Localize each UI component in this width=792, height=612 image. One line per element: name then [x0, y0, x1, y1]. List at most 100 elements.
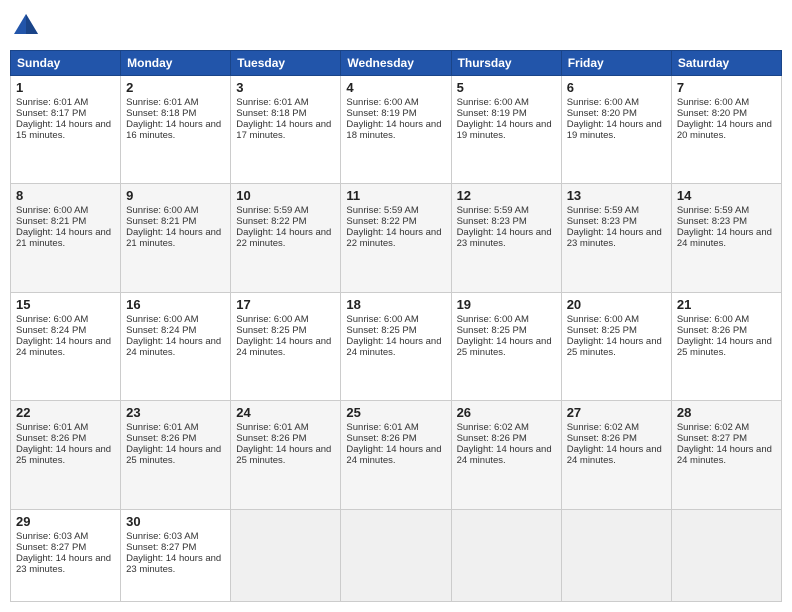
daylight-label: Daylight: 14 hours and 21 minutes. [126, 227, 221, 249]
sunrise-label: Sunrise: 6:00 AM [346, 97, 418, 108]
sunrise-label: Sunrise: 6:00 AM [236, 314, 308, 325]
page: Sunday Monday Tuesday Wednesday Thursday… [0, 0, 792, 612]
sunrise-label: Sunrise: 5:59 AM [567, 205, 639, 216]
sunset-label: Sunset: 8:26 PM [126, 433, 196, 444]
sunrise-label: Sunrise: 5:59 AM [677, 205, 749, 216]
table-row: 19 Sunrise: 6:00 AM Sunset: 8:25 PM Dayl… [451, 292, 561, 400]
sunset-label: Sunset: 8:27 PM [126, 542, 196, 553]
daylight-label: Daylight: 14 hours and 25 minutes. [236, 444, 331, 466]
day-number: 29 [16, 514, 115, 529]
sunrise-label: Sunrise: 6:00 AM [16, 314, 88, 325]
sunset-label: Sunset: 8:25 PM [457, 325, 527, 336]
sunrise-label: Sunrise: 6:01 AM [236, 97, 308, 108]
daylight-label: Daylight: 14 hours and 23 minutes. [16, 553, 111, 575]
table-row [561, 509, 671, 601]
calendar-week-row: 22 Sunrise: 6:01 AM Sunset: 8:26 PM Dayl… [11, 401, 782, 509]
table-row: 30 Sunrise: 6:03 AM Sunset: 8:27 PM Dayl… [121, 509, 231, 601]
daylight-label: Daylight: 14 hours and 15 minutes. [16, 119, 111, 141]
sunset-label: Sunset: 8:26 PM [457, 433, 527, 444]
day-number: 10 [236, 188, 335, 203]
sunrise-label: Sunrise: 6:02 AM [567, 422, 639, 433]
daylight-label: Daylight: 14 hours and 17 minutes. [236, 119, 331, 141]
daylight-label: Daylight: 14 hours and 24 minutes. [346, 336, 441, 358]
daylight-label: Daylight: 14 hours and 19 minutes. [567, 119, 662, 141]
day-number: 13 [567, 188, 666, 203]
calendar-week-row: 29 Sunrise: 6:03 AM Sunset: 8:27 PM Dayl… [11, 509, 782, 601]
sunset-label: Sunset: 8:23 PM [567, 216, 637, 227]
calendar-week-row: 8 Sunrise: 6:00 AM Sunset: 8:21 PM Dayli… [11, 184, 782, 292]
daylight-label: Daylight: 14 hours and 24 minutes. [16, 336, 111, 358]
day-number: 8 [16, 188, 115, 203]
daylight-label: Daylight: 14 hours and 25 minutes. [457, 336, 552, 358]
sunrise-label: Sunrise: 6:00 AM [457, 97, 529, 108]
daylight-label: Daylight: 14 hours and 23 minutes. [126, 553, 221, 575]
sunrise-label: Sunrise: 6:01 AM [16, 422, 88, 433]
daylight-label: Daylight: 14 hours and 24 minutes. [126, 336, 221, 358]
daylight-label: Daylight: 14 hours and 23 minutes. [457, 227, 552, 249]
sunset-label: Sunset: 8:23 PM [457, 216, 527, 227]
sunset-label: Sunset: 8:22 PM [346, 216, 416, 227]
table-row: 9 Sunrise: 6:00 AM Sunset: 8:21 PM Dayli… [121, 184, 231, 292]
table-row [341, 509, 451, 601]
day-number: 21 [677, 297, 776, 312]
sunset-label: Sunset: 8:18 PM [126, 108, 196, 119]
daylight-label: Daylight: 14 hours and 20 minutes. [677, 119, 772, 141]
day-number: 1 [16, 80, 115, 95]
sunset-label: Sunset: 8:25 PM [567, 325, 637, 336]
table-row: 12 Sunrise: 5:59 AM Sunset: 8:23 PM Dayl… [451, 184, 561, 292]
daylight-label: Daylight: 14 hours and 24 minutes. [677, 227, 772, 249]
table-row: 4 Sunrise: 6:00 AM Sunset: 8:19 PM Dayli… [341, 76, 451, 184]
calendar-header-row: Sunday Monday Tuesday Wednesday Thursday… [11, 51, 782, 76]
table-row: 5 Sunrise: 6:00 AM Sunset: 8:19 PM Dayli… [451, 76, 561, 184]
logo [10, 10, 46, 42]
daylight-label: Daylight: 14 hours and 24 minutes. [677, 444, 772, 466]
day-number: 24 [236, 405, 335, 420]
daylight-label: Daylight: 14 hours and 23 minutes. [567, 227, 662, 249]
sunrise-label: Sunrise: 6:01 AM [126, 97, 198, 108]
sunset-label: Sunset: 8:22 PM [236, 216, 306, 227]
sunset-label: Sunset: 8:18 PM [236, 108, 306, 119]
table-row: 22 Sunrise: 6:01 AM Sunset: 8:26 PM Dayl… [11, 401, 121, 509]
sunset-label: Sunset: 8:26 PM [236, 433, 306, 444]
col-wednesday: Wednesday [341, 51, 451, 76]
daylight-label: Daylight: 14 hours and 24 minutes. [457, 444, 552, 466]
day-number: 18 [346, 297, 445, 312]
day-number: 22 [16, 405, 115, 420]
sunset-label: Sunset: 8:25 PM [236, 325, 306, 336]
sunrise-label: Sunrise: 6:00 AM [126, 314, 198, 325]
calendar-week-row: 1 Sunrise: 6:01 AM Sunset: 8:17 PM Dayli… [11, 76, 782, 184]
sunset-label: Sunset: 8:27 PM [677, 433, 747, 444]
col-monday: Monday [121, 51, 231, 76]
daylight-label: Daylight: 14 hours and 25 minutes. [677, 336, 772, 358]
table-row: 7 Sunrise: 6:00 AM Sunset: 8:20 PM Dayli… [671, 76, 781, 184]
daylight-label: Daylight: 14 hours and 16 minutes. [126, 119, 221, 141]
table-row [231, 509, 341, 601]
day-number: 25 [346, 405, 445, 420]
table-row: 26 Sunrise: 6:02 AM Sunset: 8:26 PM Dayl… [451, 401, 561, 509]
day-number: 7 [677, 80, 776, 95]
sunrise-label: Sunrise: 6:01 AM [16, 97, 88, 108]
day-number: 26 [457, 405, 556, 420]
table-row: 20 Sunrise: 6:00 AM Sunset: 8:25 PM Dayl… [561, 292, 671, 400]
sunset-label: Sunset: 8:26 PM [567, 433, 637, 444]
daylight-label: Daylight: 14 hours and 24 minutes. [236, 336, 331, 358]
col-tuesday: Tuesday [231, 51, 341, 76]
daylight-label: Daylight: 14 hours and 24 minutes. [567, 444, 662, 466]
col-saturday: Saturday [671, 51, 781, 76]
sunrise-label: Sunrise: 6:01 AM [126, 422, 198, 433]
day-number: 11 [346, 188, 445, 203]
header [10, 10, 782, 42]
table-row: 14 Sunrise: 5:59 AM Sunset: 8:23 PM Dayl… [671, 184, 781, 292]
sunrise-label: Sunrise: 6:00 AM [567, 314, 639, 325]
sunset-label: Sunset: 8:24 PM [126, 325, 196, 336]
daylight-label: Daylight: 14 hours and 18 minutes. [346, 119, 441, 141]
sunrise-label: Sunrise: 5:59 AM [457, 205, 529, 216]
sunrise-label: Sunrise: 6:02 AM [457, 422, 529, 433]
day-number: 28 [677, 405, 776, 420]
day-number: 9 [126, 188, 225, 203]
sunset-label: Sunset: 8:24 PM [16, 325, 86, 336]
sunset-label: Sunset: 8:26 PM [16, 433, 86, 444]
sunrise-label: Sunrise: 6:00 AM [126, 205, 198, 216]
calendar-week-row: 15 Sunrise: 6:00 AM Sunset: 8:24 PM Dayl… [11, 292, 782, 400]
table-row: 13 Sunrise: 5:59 AM Sunset: 8:23 PM Dayl… [561, 184, 671, 292]
